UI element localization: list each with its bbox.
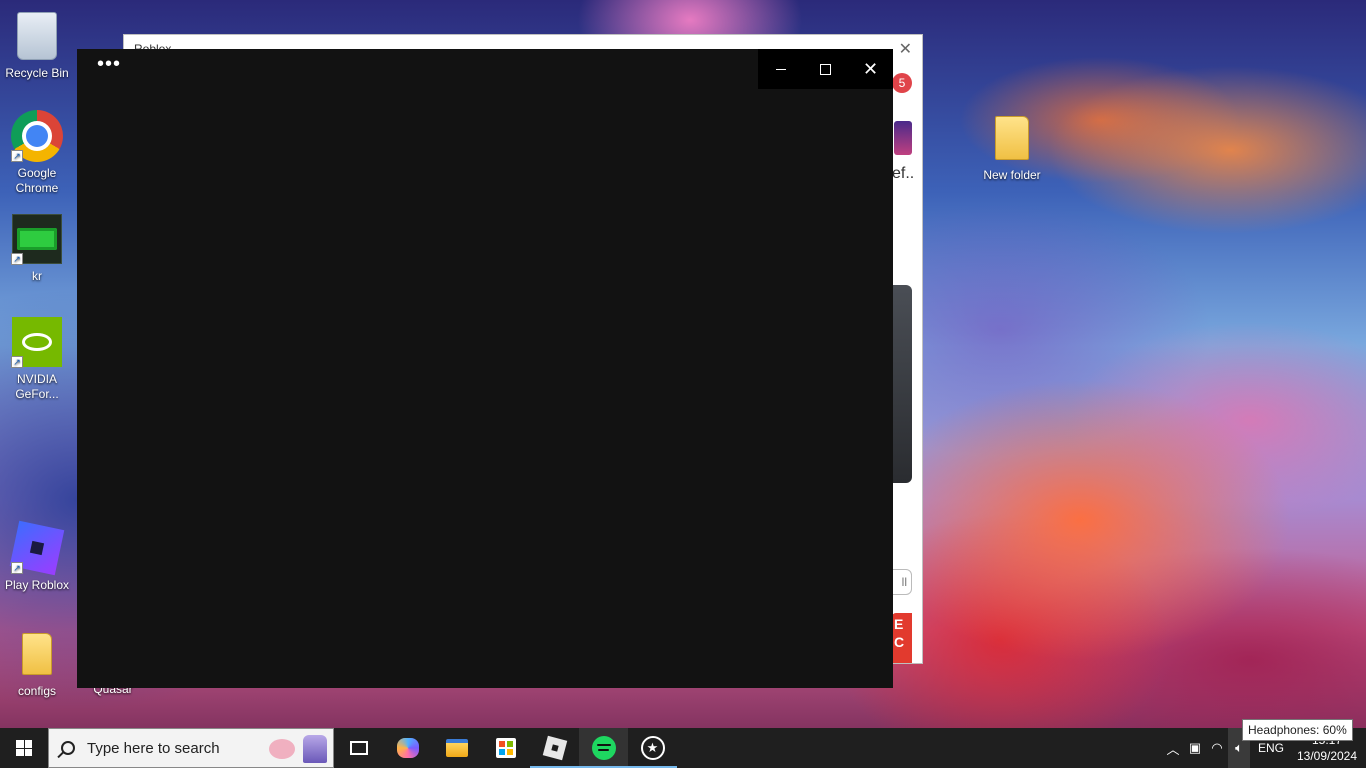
copilot-icon (396, 738, 419, 758)
folder-icon (11, 628, 63, 680)
file-explorer-button[interactable] (432, 728, 481, 768)
shortcut-arrow-icon: ↗ (11, 253, 23, 265)
start-button[interactable] (0, 728, 48, 768)
desktop-icon-play-roblox[interactable]: ↗ Play Roblox (0, 520, 74, 593)
game-thumbnail[interactable]: E C (892, 613, 912, 663)
shortcut-arrow-icon: ↗ (11, 356, 23, 368)
roblox-taskbar-button[interactable] (530, 728, 579, 768)
maximize-icon (820, 63, 831, 75)
chevron-up-icon[interactable]: ︿ (1162, 728, 1184, 768)
desktop-icon-label: kr (32, 269, 42, 283)
search-icon (61, 741, 75, 755)
spotify-taskbar-button[interactable] (579, 728, 628, 768)
spotify-icon (591, 736, 616, 760)
recycle-bin-icon (11, 10, 63, 62)
task-view-button[interactable] (334, 728, 383, 768)
nvidia-icon: ↗ (11, 316, 63, 368)
windows-logo-icon (16, 740, 32, 756)
roblox-icon: ↗ (9, 520, 65, 576)
chrome-icon: ↗ (11, 110, 63, 162)
language-indicator[interactable]: ENG (1250, 741, 1296, 755)
desktop-icon-nvidia[interactable]: ↗ NVIDIA GeFor... (0, 316, 74, 402)
game-thumbnail[interactable] (894, 121, 912, 155)
desktop-icon-new-folder[interactable]: New folder (975, 112, 1049, 183)
close-button[interactable]: ✕ (848, 49, 893, 89)
store-icon (495, 738, 516, 758)
desktop-icon-kr[interactable]: ↗ kr (0, 213, 74, 284)
wifi-icon[interactable]: ◠ (1206, 728, 1228, 768)
taskbar: Type here to search ★ ︿ ▣ ◠ 🔈︎ ENG 15:17… (0, 728, 1366, 768)
shortcut-arrow-icon: ↗ (11, 562, 23, 574)
desktop-icon-label: configs (17, 684, 57, 698)
volume-tooltip: Headphones: 60% (1242, 719, 1353, 741)
desktop-icon-label: Play Roblox (4, 578, 70, 592)
desktop-icon-label: New folder (983, 168, 1041, 182)
search-box[interactable]: Type here to search (48, 728, 334, 768)
microsoft-store-button[interactable] (481, 728, 530, 768)
search-highlight-icon (259, 733, 329, 765)
clock-date: 13/09/2024 (1296, 749, 1358, 763)
desktop-icon-label: Google Chrome (15, 166, 59, 195)
shortcut-arrow-icon: ↗ (11, 150, 23, 162)
task-view-icon (349, 741, 368, 755)
desktop-icon-google-chrome[interactable]: ↗ Google Chrome (0, 110, 74, 196)
maximize-button[interactable] (803, 49, 848, 89)
close-icon: ✕ (862, 59, 879, 79)
security-icon[interactable]: ▣ (1184, 728, 1206, 768)
game-launcher-taskbar-button[interactable]: ★ (628, 728, 677, 768)
minimize-button[interactable] (758, 49, 803, 89)
more-options-button[interactable]: ••• (97, 54, 129, 81)
star-icon: ★ (640, 736, 665, 760)
game-title-partial: ef.. (892, 165, 915, 182)
search-placeholder: Type here to search (87, 739, 220, 757)
folder-icon (986, 112, 1038, 164)
folder-icon (445, 739, 468, 757)
desktop-icon-configs[interactable]: configs (0, 628, 74, 699)
memory-chip-icon: ↗ (11, 213, 63, 265)
desktop-icon-recycle-bin[interactable]: Recycle Bin (0, 10, 74, 81)
minimize-icon (775, 68, 786, 70)
game-card[interactable] (892, 285, 912, 483)
desktop-icon-label: NVIDIA GeFor... (15, 372, 59, 401)
desktop-icon-label: Recycle Bin (5, 66, 69, 80)
roblox-icon (542, 735, 567, 761)
copilot-button[interactable] (383, 728, 432, 768)
close-icon[interactable]: ✕ (899, 39, 912, 59)
blank-app-window[interactable]: ••• ✕ (77, 49, 893, 688)
window-caption-buttons: ✕ (758, 49, 893, 89)
notification-badge[interactable]: 5 (892, 73, 912, 93)
